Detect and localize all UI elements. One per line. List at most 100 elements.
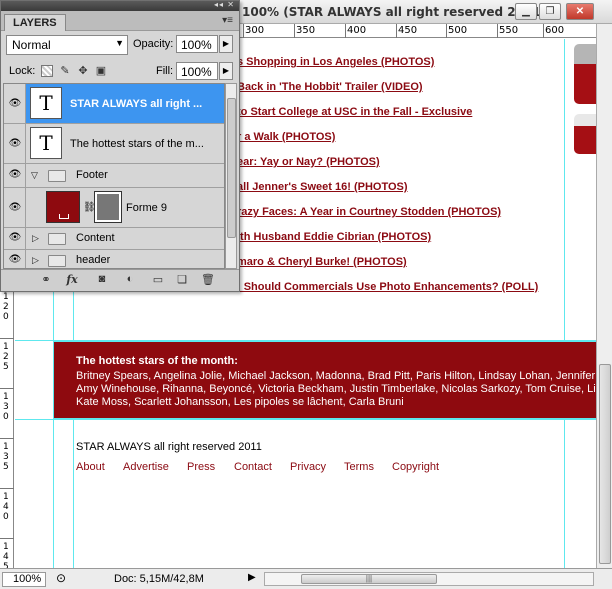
layer-row[interactable]: 👁 T The hottest stars of the m... bbox=[4, 124, 224, 164]
article-link[interactable]: Back in 'The Hobbit' Trailer (VIDEO) bbox=[237, 81, 423, 93]
opacity-input[interactable]: 100% bbox=[176, 35, 218, 53]
article-link[interactable]: s Shopping in Los Angeles (PHOTOS) bbox=[237, 56, 434, 68]
text-layer-thumbnail-icon: T bbox=[30, 127, 62, 159]
layers-panel-footer: ⚭ fx ◙ ◐ ▭ ❏ 🗑 bbox=[1, 269, 239, 291]
layer-name[interactable]: Footer bbox=[76, 169, 108, 181]
footer-link-advertise[interactable]: Advertise bbox=[123, 461, 169, 473]
panel-collapse-close-icons[interactable]: ◂◂ ✕ bbox=[214, 0, 235, 9]
ruler-label: 1 2 0 bbox=[3, 292, 9, 322]
fill-label: Fill: bbox=[156, 65, 174, 77]
article-link[interactable]: razy Faces: A Year in Courtney Stodden (… bbox=[237, 206, 501, 218]
layer-group-row[interactable]: 👁 ▷ header bbox=[4, 250, 224, 268]
lock-position-move-icon[interactable]: ✥ bbox=[77, 65, 89, 77]
chevron-down-icon: ▼ bbox=[115, 38, 124, 48]
text-layer-thumbnail-icon: T bbox=[30, 87, 62, 119]
article-link[interactable]: maro & Cheryl Burke! (PHOTOS) bbox=[237, 256, 407, 268]
fill-input[interactable]: 100% bbox=[176, 62, 218, 80]
layers-panel: ◂◂ ✕ LAYERS ▾≡ Normal ▼ Opacity: 100% ▶ … bbox=[0, 0, 240, 292]
panel-tab-bar: LAYERS ▾≡ bbox=[1, 11, 239, 31]
blend-mode-value: Normal bbox=[12, 38, 51, 52]
lock-all-icon[interactable]: ▣ bbox=[95, 65, 107, 77]
horizontal-scroll-thumb[interactable]: ||| bbox=[301, 574, 437, 584]
shape-fill-thumbnail[interactable] bbox=[46, 191, 80, 223]
layer-name[interactable]: Content bbox=[76, 232, 115, 244]
zoom-field[interactable]: 100% bbox=[2, 572, 46, 587]
layer-name[interactable]: header bbox=[76, 254, 110, 266]
lock-image-brush-icon[interactable]: ✎ bbox=[59, 65, 71, 77]
ruler-tick bbox=[294, 24, 295, 38]
eye-icon[interactable]: 👁 bbox=[8, 202, 22, 213]
mask-icon[interactable]: ◙ bbox=[93, 273, 111, 285]
layer-row[interactable]: 👁 ⛓ Forme 9 bbox=[4, 188, 224, 228]
vector-mask-thumbnail[interactable] bbox=[94, 191, 122, 223]
footer-link-contact[interactable]: Contact bbox=[234, 461, 272, 473]
blend-mode-select[interactable]: Normal ▼ bbox=[6, 35, 128, 55]
horizontal-scrollbar[interactable]: ||| bbox=[264, 572, 594, 586]
article-link[interactable]: all Jenner's Sweet 16! (PHOTOS) bbox=[237, 181, 408, 193]
folder-icon[interactable]: ▭ bbox=[149, 273, 167, 286]
sidebar-tab bbox=[574, 44, 596, 104]
opacity-label: Opacity: bbox=[133, 38, 174, 50]
copyright-text: STAR ALWAYS all right reserved 2011 bbox=[76, 441, 262, 453]
footer-link-privacy[interactable]: Privacy bbox=[290, 461, 326, 473]
eye-icon[interactable]: 👁 bbox=[8, 169, 22, 180]
panel-menu-icon[interactable]: ▾≡ bbox=[222, 15, 233, 26]
expand-triangle-right-icon[interactable]: ▷ bbox=[32, 233, 39, 244]
layer-group-row[interactable]: 👁 ▷ Content bbox=[4, 228, 224, 250]
ruler-label: 1 3 0 bbox=[3, 392, 9, 422]
ruler-label: 350 bbox=[296, 25, 316, 36]
article-link[interactable]: ear: Yay or Nay? (PHOTOS) bbox=[237, 156, 380, 168]
layer-name[interactable]: The hottest stars of the m... bbox=[70, 138, 220, 150]
visibility-column: 👁 bbox=[4, 250, 26, 268]
eye-icon[interactable]: 👁 bbox=[8, 254, 22, 265]
eye-icon[interactable]: 👁 bbox=[8, 232, 22, 243]
close-button[interactable]: ✕ bbox=[566, 3, 594, 20]
expand-triangle-right-icon[interactable]: ▷ bbox=[32, 255, 39, 266]
adjustment-icon[interactable]: ◐ bbox=[121, 273, 139, 285]
article-link[interactable]: r a Walk (PHOTOS) bbox=[237, 131, 335, 143]
footer-link-copyright[interactable]: Copyright bbox=[392, 461, 439, 473]
article-link[interactable]: ith Husband Eddie Cibrian (PHOTOS) bbox=[237, 231, 431, 243]
vertical-scroll-thumb[interactable] bbox=[599, 364, 611, 564]
ruler-tick bbox=[396, 24, 397, 38]
visibility-column: 👁 bbox=[4, 228, 26, 249]
tab-layers[interactable]: LAYERS bbox=[4, 14, 66, 31]
panel-header-strip[interactable]: ◂◂ ✕ bbox=[1, 0, 239, 11]
restore-button[interactable]: ❐ bbox=[539, 3, 561, 20]
new-layer-icon[interactable]: ❏ bbox=[173, 273, 191, 286]
ruler-label: 550 bbox=[499, 25, 519, 36]
fx-icon[interactable]: fx bbox=[63, 273, 81, 286]
layer-list-scrollbar[interactable] bbox=[225, 83, 237, 269]
footer-link-about[interactable]: About bbox=[76, 461, 105, 473]
vertical-scrollbar[interactable] bbox=[596, 24, 612, 568]
opacity-slider-arrow-icon[interactable]: ▶ bbox=[219, 35, 233, 53]
info-circle-icon[interactable]: ⊙ bbox=[56, 571, 66, 585]
trash-icon[interactable]: 🗑 bbox=[199, 273, 217, 286]
ruler-tick bbox=[446, 24, 447, 38]
layer-row[interactable]: 👁 T STAR ALWAYS all right ... bbox=[4, 84, 224, 124]
footer-link-press[interactable]: Press bbox=[187, 461, 215, 473]
layer-group-row[interactable]: 👁 ▽ Footer bbox=[4, 164, 224, 188]
layer-list-scroll-thumb[interactable] bbox=[227, 98, 236, 238]
fill-slider-arrow-icon[interactable]: ▶ bbox=[219, 62, 233, 80]
footer-link-terms[interactable]: Terms bbox=[344, 461, 374, 473]
ruler-tick bbox=[543, 24, 544, 38]
article-link[interactable]: to Start College at USC in the Fall - Ex… bbox=[237, 106, 472, 118]
link-icon[interactable]: ⚭ bbox=[37, 273, 55, 286]
layer-name[interactable]: Forme 9 bbox=[126, 202, 167, 214]
visibility-column: 👁 bbox=[4, 164, 26, 187]
minimize-button[interactable]: ▁ bbox=[515, 3, 537, 20]
info-menu-arrow-icon[interactable]: ▶ bbox=[248, 572, 256, 583]
ruler-tick bbox=[0, 488, 14, 489]
expand-triangle-down-icon[interactable]: ▽ bbox=[31, 170, 38, 181]
eye-icon[interactable]: 👁 bbox=[8, 138, 22, 149]
guide-line[interactable] bbox=[15, 419, 596, 420]
guide-line[interactable] bbox=[564, 39, 565, 568]
article-link[interactable]: : Should Commercials Use Photo Enhanceme… bbox=[237, 281, 538, 293]
ruler-tick bbox=[497, 24, 498, 38]
lock-transparency-icon[interactable] bbox=[41, 65, 53, 77]
layer-name[interactable]: STAR ALWAYS all right ... bbox=[70, 98, 220, 110]
folder-icon bbox=[48, 233, 66, 245]
layer-list: 👁 T STAR ALWAYS all right ... 👁 T The ho… bbox=[3, 83, 225, 269]
eye-icon[interactable]: 👁 bbox=[8, 98, 22, 109]
